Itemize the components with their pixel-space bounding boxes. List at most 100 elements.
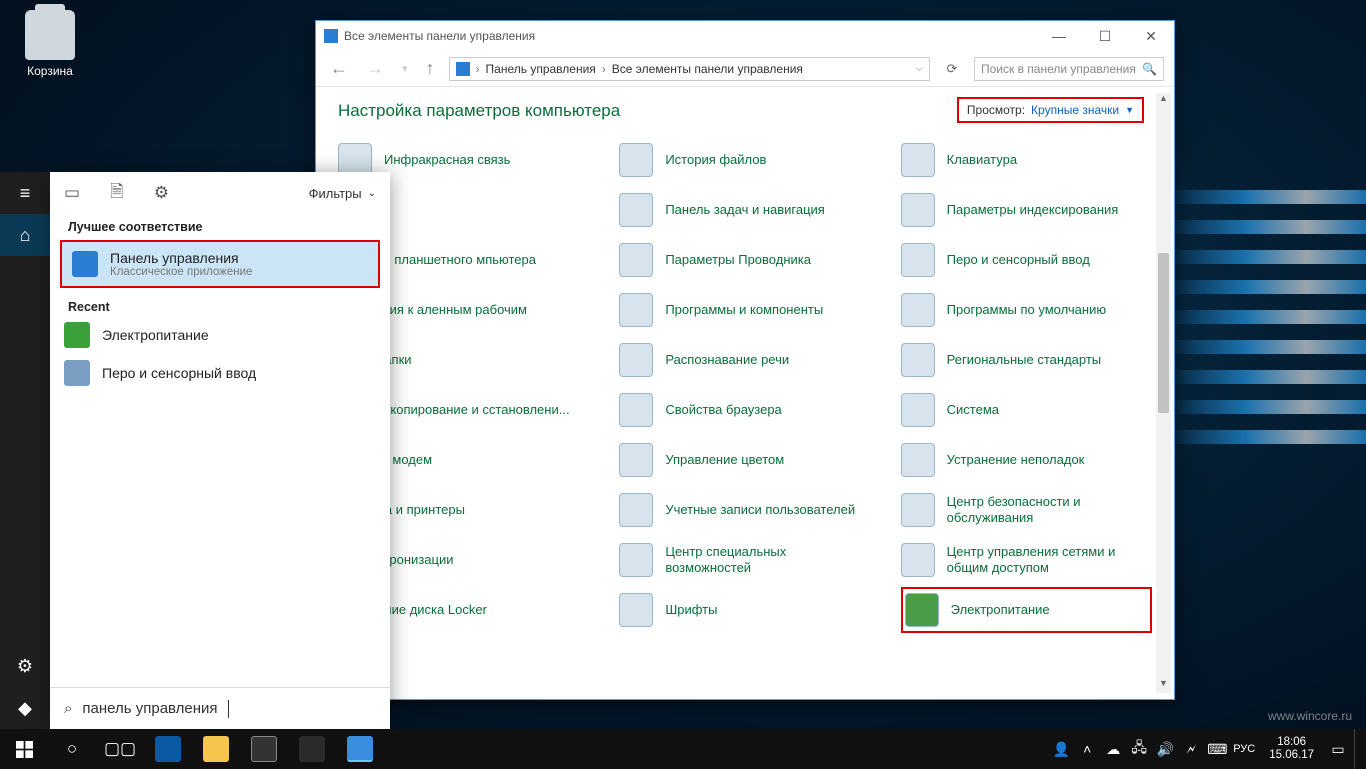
cp-item-security-maintenance[interactable]: Центр безопасности и обслуживания xyxy=(901,487,1152,533)
background-lights xyxy=(1166,160,1366,560)
cp-item-network-sharing[interactable]: Центр управления сетями и общим доступом xyxy=(901,537,1152,583)
nav-toolbar: ← → ▾ ↑ › Панель управления › Все элемен… xyxy=(316,51,1174,87)
taskbar-edge[interactable] xyxy=(144,729,192,769)
cp-item-regional-standards[interactable]: Региональные стандарты xyxy=(901,337,1152,383)
system-icon xyxy=(901,393,935,427)
task-view-button[interactable]: ▢▢ xyxy=(96,729,144,769)
search-input[interactable]: Поиск в панели управления 🔍 xyxy=(974,57,1164,81)
start-search-input[interactable]: ⌕ панель управления xyxy=(50,687,390,729)
cp-item-keyboard[interactable]: Клавиатура xyxy=(901,137,1152,183)
show-desktop-button[interactable] xyxy=(1354,729,1360,769)
window-maximize-button[interactable]: ☐ xyxy=(1082,21,1128,51)
result-title: Панель управления xyxy=(110,250,252,266)
tray-action-center-icon[interactable]: ▭ xyxy=(1328,741,1348,758)
cp-item-taskbar-navigation[interactable]: Панель задач и навигация xyxy=(619,187,870,233)
start-button[interactable] xyxy=(0,729,48,769)
cp-item-explorer-options[interactable]: Параметры Проводника xyxy=(619,237,870,283)
window-title: Все элементы панели управления xyxy=(344,29,535,43)
tray-people-icon[interactable]: 👤 xyxy=(1051,741,1071,758)
rail-settings-button[interactable]: ⚙ xyxy=(0,645,50,687)
cp-item-internet-options[interactable]: Свойства браузера xyxy=(619,387,870,433)
taskbar-explorer[interactable] xyxy=(192,729,240,769)
filters-dropdown[interactable]: Фильтры ⌄ xyxy=(309,186,376,201)
tray-input-icon[interactable]: ⌨ xyxy=(1207,741,1227,758)
cp-item-power-options[interactable]: Электропитание xyxy=(901,587,1152,633)
tray-clock[interactable]: 18:06 15.06.17 xyxy=(1261,736,1322,761)
cp-item-ease-of-access[interactable]: Центр специальных возможностей xyxy=(619,537,870,583)
window-titlebar[interactable]: Все элементы панели управления — ☐ ✕ xyxy=(316,21,1174,51)
rail-hamburger-button[interactable]: ≡ xyxy=(0,172,50,214)
tray-volume-icon[interactable]: 🔊 xyxy=(1155,741,1175,758)
control-panel-icon xyxy=(324,29,338,43)
scroll-up-icon[interactable]: ▲ xyxy=(1156,93,1171,108)
scope-documents-icon[interactable]: 🗎 xyxy=(110,179,124,208)
nav-history-dropdown[interactable]: ▾ xyxy=(398,62,412,75)
cp-item-indexing-options[interactable]: Параметры индексирования xyxy=(901,187,1152,233)
cp-item-speech-recognition[interactable]: Распознавание речи xyxy=(619,337,870,383)
view-selector[interactable]: Просмотр: Крупные значки ▼ xyxy=(957,97,1144,123)
nav-up-button[interactable]: ↑ xyxy=(422,58,439,79)
scroll-thumb[interactable] xyxy=(1158,253,1169,413)
tray-chevron-up-icon[interactable]: ˄ xyxy=(1077,741,1097,757)
tray-onedrive-icon[interactable]: ☁ xyxy=(1103,741,1123,758)
user-accounts-icon xyxy=(619,493,653,527)
internet-options-icon xyxy=(619,393,653,427)
cp-item-pen-touch[interactable]: Перо и сенсорный ввод xyxy=(901,237,1152,283)
recent-power-options[interactable]: Электропитание xyxy=(50,316,390,354)
result-control-panel[interactable]: Панель управления Классическое приложени… xyxy=(60,240,380,288)
recent-header: Recent xyxy=(50,294,390,316)
address-dropdown-icon[interactable]: ⌵ xyxy=(915,63,923,74)
rail-user-button[interactable]: ◆ xyxy=(0,687,50,729)
search-icon: 🔍 xyxy=(1142,62,1157,76)
taskbar-store[interactable] xyxy=(240,729,288,769)
watermark: www.wincore.ru xyxy=(1268,709,1352,723)
view-label: Просмотр: xyxy=(967,103,1025,117)
breadcrumb-1[interactable]: Панель управления xyxy=(486,62,596,76)
recent-pen-touch[interactable]: Перо и сенсорный ввод xyxy=(50,354,390,392)
search-placeholder: Поиск в панели управления xyxy=(981,62,1136,76)
keyboard-icon xyxy=(901,143,935,177)
cp-item-fonts[interactable]: Шрифты xyxy=(619,587,870,633)
search-icon: ⌕ xyxy=(64,700,72,717)
tray-network-icon[interactable]: 🖧 xyxy=(1129,737,1149,761)
scrollbar[interactable]: ▲ ▼ xyxy=(1156,93,1171,693)
breadcrumb-2[interactable]: Все элементы панели управления xyxy=(612,62,803,76)
breadcrumb-icon xyxy=(456,62,470,76)
view-value: Крупные значки xyxy=(1031,103,1119,117)
control-panel-app-icon xyxy=(72,251,98,277)
tray-date: 15.06.17 xyxy=(1269,749,1314,762)
scroll-down-icon[interactable]: ▼ xyxy=(1156,678,1171,693)
address-bar[interactable]: › Панель управления › Все элементы панел… xyxy=(449,57,930,81)
cp-item-color-management[interactable]: Управление цветом xyxy=(619,437,870,483)
pen-icon xyxy=(901,243,935,277)
cp-item-file-history[interactable]: История файлов xyxy=(619,137,870,183)
recycle-bin[interactable]: Корзина xyxy=(10,10,90,78)
cp-item-troubleshooting[interactable]: Устранение неполадок xyxy=(901,437,1152,483)
cp-item-default-programs[interactable]: Программы по умолчанию xyxy=(901,287,1152,333)
result-subtitle: Классическое приложение xyxy=(110,266,252,278)
window-minimize-button[interactable]: — xyxy=(1036,21,1082,51)
default-programs-icon xyxy=(901,293,935,327)
cp-item-system[interactable]: Система xyxy=(901,387,1152,433)
cp-item-programs-features[interactable]: Программы и компоненты xyxy=(619,287,870,333)
rail-home-button[interactable]: ⌂ xyxy=(0,214,50,256)
scope-settings-icon[interactable]: ⚙ xyxy=(154,183,169,203)
taskbar-control-panel-running[interactable] xyxy=(336,729,384,769)
window-close-button[interactable]: ✕ xyxy=(1128,21,1174,51)
fonts-icon xyxy=(619,593,653,627)
nav-forward-button[interactable]: → xyxy=(362,58,388,79)
start-rail: ≡ ⌂ ⚙ ◆ xyxy=(0,172,50,729)
best-match-header: Лучшее соответствие xyxy=(50,214,390,236)
taskbar-search-button[interactable]: ○ xyxy=(48,729,96,769)
refresh-button[interactable]: ⟳ xyxy=(940,61,964,77)
network-icon xyxy=(901,543,935,577)
cp-item-user-accounts[interactable]: Учетные записи пользователей xyxy=(619,487,870,533)
search-value: панель управления xyxy=(82,700,217,717)
tray-language[interactable]: РУС xyxy=(1233,743,1255,755)
taskbar-icon xyxy=(619,193,653,227)
taskbar-mail[interactable] xyxy=(288,729,336,769)
color-icon xyxy=(619,443,653,477)
tray-power-icon[interactable]: 🗲 xyxy=(1181,741,1201,758)
scope-apps-icon[interactable]: ▭ xyxy=(64,183,80,203)
nav-back-button[interactable]: ← xyxy=(326,58,352,79)
